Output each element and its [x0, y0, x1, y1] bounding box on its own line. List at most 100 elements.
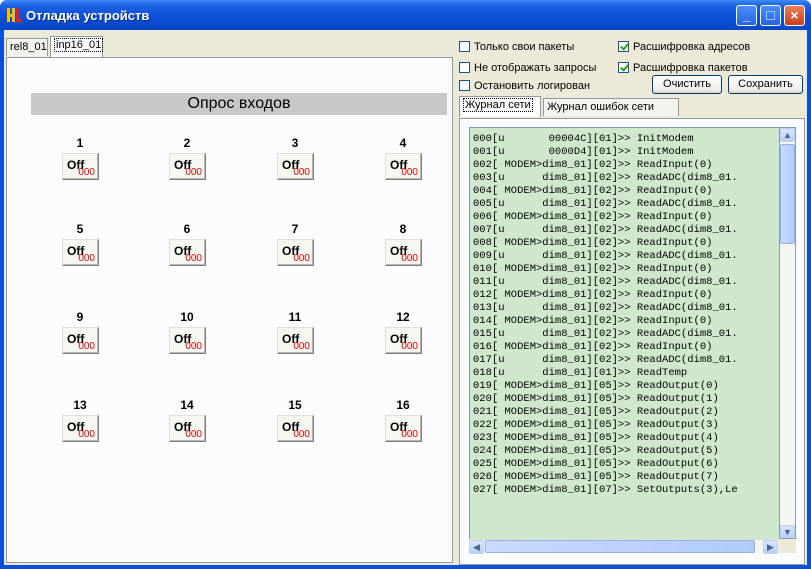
- checkbox-box[interactable]: [618, 41, 629, 52]
- input-4-button[interactable]: Off 000: [385, 153, 422, 180]
- scroll-corner: ▼: [779, 525, 796, 553]
- tab-rel8-01[interactable]: rel8_01: [6, 38, 48, 56]
- input-number: 2: [183, 136, 191, 150]
- input-1-button[interactable]: Off 000: [62, 153, 99, 180]
- network-log[interactable]: 000[u 00004C][01]>> InitModem 001[u 0000D…: [469, 127, 788, 553]
- tab-label: Журнал сети: [463, 98, 533, 112]
- checkbox-box[interactable]: [618, 62, 629, 73]
- input-value: 000: [293, 253, 310, 264]
- close-icon: ×: [790, 7, 799, 23]
- input-3-button[interactable]: Off 000: [277, 153, 314, 180]
- checkbox-label: Расшифровка адресов: [633, 41, 751, 53]
- input-13-button[interactable]: Off 000: [62, 415, 99, 442]
- checkbox-box[interactable]: [459, 80, 470, 91]
- clear-button[interactable]: Очистить: [652, 75, 722, 94]
- checkbox-label: Расшифровка пакетов: [633, 62, 748, 74]
- arrow-left-icon: ◀: [473, 542, 480, 552]
- input-value: 000: [293, 429, 310, 440]
- input-value: 000: [78, 253, 95, 264]
- stop-logging-checkbox[interactable]: Остановить логирован: [459, 80, 590, 94]
- scroll-down-button[interactable]: ▼: [780, 525, 795, 538]
- checkbox-box[interactable]: [459, 62, 470, 73]
- input-number: 5: [76, 222, 84, 236]
- input-12-button[interactable]: Off 000: [385, 327, 422, 354]
- maximize-button[interactable]: □: [760, 5, 781, 26]
- scroll-h-thumb[interactable]: [485, 540, 755, 553]
- scroll-thumb[interactable]: [780, 144, 795, 244]
- log-line: 020[ MODEM>dim8_01][05]>> ReadOutput(1): [473, 393, 719, 405]
- input-5-button[interactable]: Off 000: [62, 239, 99, 266]
- scroll-right-button[interactable]: ▶: [763, 540, 778, 554]
- input-number: 15: [288, 398, 302, 412]
- scroll-up-button[interactable]: ▲: [780, 128, 795, 142]
- horizontal-scrollbar[interactable]: ◀ ▶: [469, 539, 779, 554]
- decode-addresses-checkbox[interactable]: Расшифровка адресов: [618, 41, 750, 55]
- input-value: 000: [185, 167, 202, 178]
- vertical-scrollbar[interactable]: ▲: [779, 127, 796, 539]
- checkbox-box[interactable]: [459, 41, 470, 52]
- input-10-button[interactable]: Off 000: [169, 327, 206, 354]
- input-16-button[interactable]: Off 000: [385, 415, 422, 442]
- tab-inp16-01[interactable]: inp16_01: [50, 36, 104, 57]
- input-15-button[interactable]: Off 000: [277, 415, 314, 442]
- log-line: 027[ MODEM>dim8_01][07]>> SetOutputs(3),…: [473, 484, 738, 496]
- save-button[interactable]: Сохранить: [728, 75, 803, 94]
- log-line: 016[ MODEM>dim8_01][02]>> ReadInput(0): [473, 341, 713, 353]
- log-line: 019[ MODEM>dim8_01][05]>> ReadOutput(0): [473, 380, 719, 392]
- input-number: 12: [396, 310, 410, 324]
- minimize-button[interactable]: _: [736, 5, 757, 26]
- close-button[interactable]: ×: [784, 5, 805, 26]
- input-number: 7: [291, 222, 299, 236]
- log-line: 014[ MODEM>dim8_01][02]>> ReadInput(0): [473, 315, 713, 327]
- inputs-panel: Опрос входов 1 Off 000 2 Off 000 3 Off 000 4 Off 00…: [6, 57, 453, 563]
- log-line: 008[ MODEM>dim8_01][02]>> ReadInput(0): [473, 237, 713, 249]
- input-number: 11: [288, 310, 302, 324]
- checkbox-label: Остановить логирован: [474, 80, 591, 92]
- log-line: 013[u dim8_01][02]>> ReadADC(dim8_01.: [473, 302, 738, 314]
- input-number: 16: [396, 398, 410, 412]
- input-value: 000: [78, 167, 95, 178]
- input-number: 3: [291, 136, 299, 150]
- log-line: 003[u dim8_01][02]>> ReadADC(dim8_01.: [473, 172, 738, 184]
- decode-packets-checkbox[interactable]: Расшифровка пакетов: [618, 62, 748, 76]
- own-packets-checkbox[interactable]: Только свои пакеты: [459, 41, 574, 55]
- log-panel: 000[u 00004C][01]>> InitModem 001[u 0000D…: [459, 118, 805, 565]
- input-number: 9: [76, 310, 84, 324]
- arrow-right-icon: ▶: [767, 542, 774, 552]
- input-value: 000: [293, 167, 310, 178]
- title-bar[interactable]: Отладка устройств _ □ ×: [0, 0, 811, 30]
- input-2-button[interactable]: Off 000: [169, 153, 206, 180]
- input-14-button[interactable]: Off 000: [169, 415, 206, 442]
- input-number: 13: [73, 398, 87, 412]
- input-6-button[interactable]: Off 000: [169, 239, 206, 266]
- log-line: 000[u 00004C][01]>> InitModem: [473, 133, 694, 145]
- log-line: 010[ MODEM>dim8_01][02]>> ReadInput(0): [473, 263, 713, 275]
- checkbox-label: Только свои пакеты: [474, 41, 575, 53]
- hide-requests-checkbox[interactable]: Не отображать запросы: [459, 62, 596, 76]
- input-9-button[interactable]: Off 000: [62, 327, 99, 354]
- log-line: 011[u dim8_01][02]>> ReadADC(dim8_01.: [473, 276, 738, 288]
- input-value: 000: [293, 341, 310, 352]
- log-lines: 000[u 00004C][01]>> InitModem 001[u 0000D…: [473, 133, 738, 497]
- input-8-button[interactable]: Off 000: [385, 239, 422, 266]
- input-value: 000: [78, 341, 95, 352]
- tab-network-log[interactable]: Журнал сети: [459, 96, 541, 117]
- input-number: 1: [76, 136, 84, 150]
- log-line: 023[ MODEM>dim8_01][05]>> ReadOutput(4): [473, 432, 719, 444]
- log-line: 024[ MODEM>dim8_01][05]>> ReadOutput(5): [473, 445, 719, 457]
- tab-network-errors[interactable]: Журнал ошибок сети: [543, 98, 679, 116]
- log-line: 009[u dim8_01][02]>> ReadADC(dim8_01.: [473, 250, 738, 262]
- log-line: 022[ MODEM>dim8_01][05]>> ReadOutput(3): [473, 419, 719, 431]
- input-value: 000: [78, 429, 95, 440]
- log-line: 006[ MODEM>dim8_01][02]>> ReadInput(0): [473, 211, 713, 223]
- log-line: 018[u dim8_01][01]>> ReadTemp: [473, 367, 688, 379]
- input-7-button[interactable]: Off 000: [277, 239, 314, 266]
- input-value: 000: [401, 253, 418, 264]
- window-title: Отладка устройств: [26, 8, 150, 23]
- arrow-down-icon: ▼: [783, 527, 792, 537]
- scroll-left-button[interactable]: ◀: [469, 540, 484, 554]
- input-11-button[interactable]: Off 000: [277, 327, 314, 354]
- input-value: 000: [185, 253, 202, 264]
- minimize-icon: _: [742, 7, 751, 23]
- log-line: 025[ MODEM>dim8_01][05]>> ReadOutput(6): [473, 458, 719, 470]
